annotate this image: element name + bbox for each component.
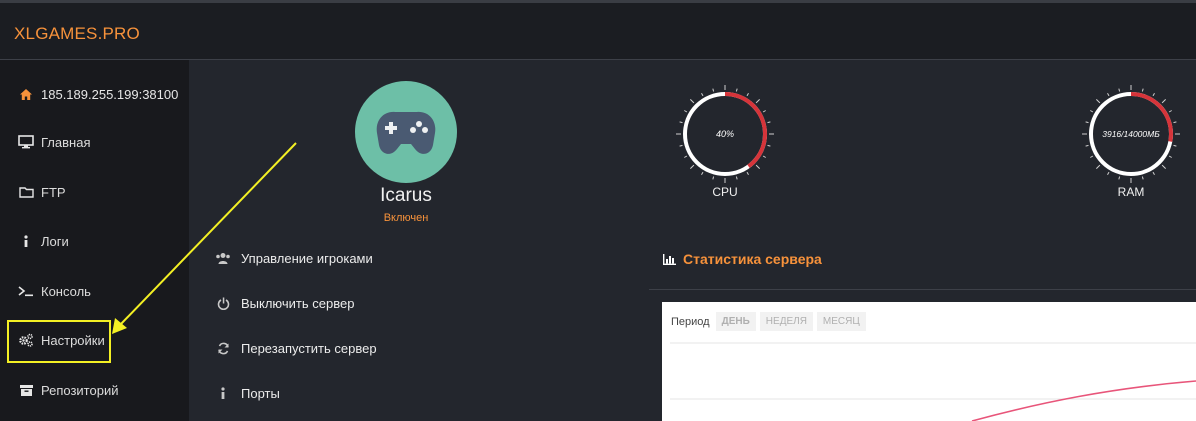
- annotation-arrow: [112, 142, 297, 334]
